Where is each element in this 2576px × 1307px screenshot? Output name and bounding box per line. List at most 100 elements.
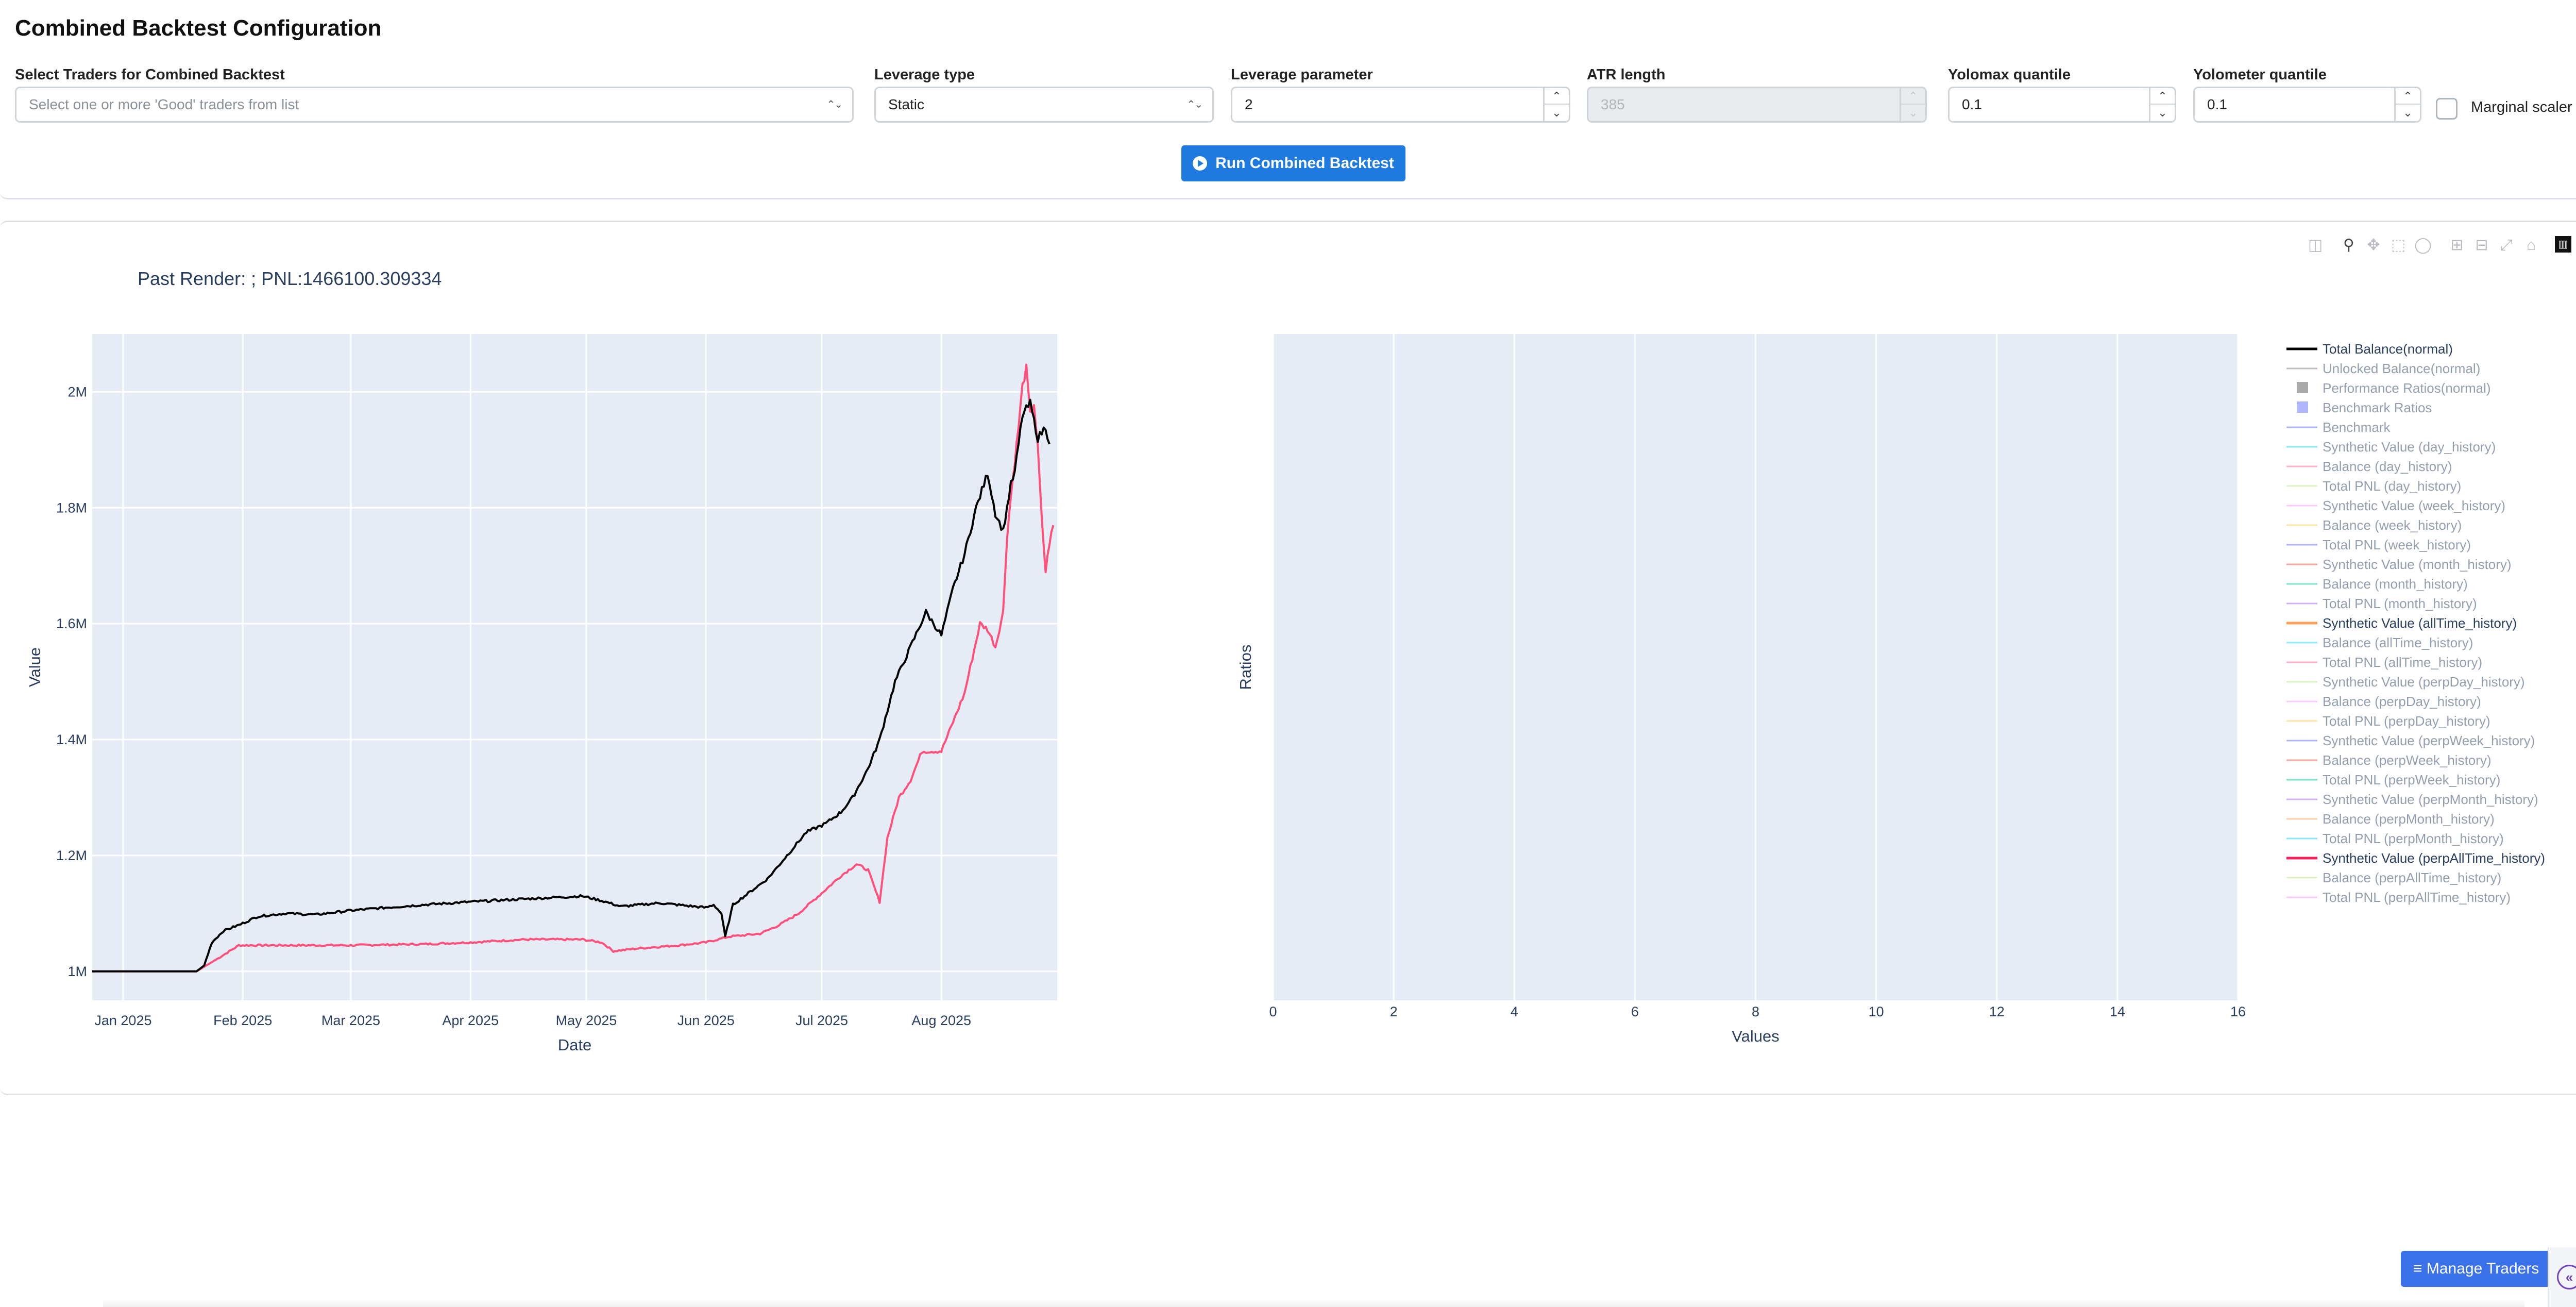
legend-item-label: Synthetic Value (day_history) (2323, 439, 2496, 455)
legend-item-label: Benchmark (2323, 420, 2391, 435)
manage-button-label: Manage Traders (2426, 1260, 2539, 1277)
leverage-type-value: Static (888, 96, 925, 112)
y-tick-label: 1.2M (56, 848, 87, 863)
x-tick-label: Apr 2025 (442, 1013, 499, 1028)
y-tick-label: 1.6M (56, 616, 87, 631)
legend-item-label: Balance (perpWeek_history) (2323, 752, 2492, 768)
x-tick-label: Jun 2025 (677, 1013, 735, 1028)
x-tick-label: 2 (1390, 1004, 1398, 1019)
chevrons-left-icon: « (2557, 1265, 2576, 1289)
legend-item-label: Synthetic Value (allTime_history) (2323, 615, 2517, 631)
atr-length-input: 385 ⌃ ⌄ (1587, 87, 1927, 123)
plot-area-left (92, 334, 1057, 1000)
legend-item-label: Total PNL (perpAllTime_history) (2323, 890, 2511, 905)
legend-item-label: Balance (week_history) (2323, 517, 2462, 533)
spin-down-icon: ⌄ (1908, 106, 1918, 119)
marginal-scaler-label[interactable]: Marginal scaler (2471, 99, 2572, 116)
atr-length-label: ATR length (1587, 66, 1666, 83)
box-select-icon[interactable]: ⬚ (2389, 236, 2408, 255)
legend-item-label: Total PNL (allTime_history) (2323, 655, 2482, 670)
manage-traders-button[interactable]: ≡ Manage Traders (2401, 1251, 2555, 1287)
plot-title: Past Render: ; PNL:1466100.309334 (138, 268, 442, 289)
zoom-out-icon[interactable]: ⊟ (2472, 236, 2491, 255)
spin-down-icon[interactable]: ⌄ (1545, 105, 1569, 121)
legend-item-label: Balance (perpMonth_history) (2323, 811, 2495, 827)
camera-icon[interactable]: ◫ (2306, 236, 2325, 255)
yolometer-quantile-input[interactable]: 0.1 ⌃ ⌄ (2193, 87, 2421, 123)
traders-select[interactable]: Select one or more 'Good' traders from l… (15, 87, 854, 123)
x-tick-label: 4 (1511, 1004, 1518, 1019)
x-tick-label: 16 (2230, 1004, 2246, 1019)
traders-placeholder: Select one or more 'Good' traders from l… (29, 96, 299, 112)
x-tick-label: Mar 2025 (321, 1013, 380, 1028)
legend-item-label: Unlocked Balance(normal) (2323, 361, 2480, 376)
plotly-logo-icon[interactable]: ▥ (2555, 236, 2571, 253)
y-tick-label: 2M (67, 384, 87, 399)
x-tick-label: Jan 2025 (94, 1013, 151, 1028)
legend-item-label: Balance (perpAllTime_history) (2323, 870, 2501, 885)
x-axis-title: Values (1732, 1027, 1780, 1045)
yolometer-quantile-label: Yolometer quantile (2193, 66, 2327, 83)
x-tick-label: Jul 2025 (795, 1013, 848, 1028)
legend-item-label: Synthetic Value (perpWeek_history) (2323, 733, 2535, 748)
x-tick-label: Aug 2025 (911, 1013, 971, 1028)
x-tick-label: 10 (1869, 1004, 1884, 1019)
chevron-up-down-icon: ⌃⌄ (826, 99, 842, 110)
run-combined-backtest-button[interactable]: Run Combined Backtest (1181, 145, 1405, 181)
legend-item-label: Synthetic Value (perpAllTime_history) (2323, 850, 2545, 866)
traders-label: Select Traders for Combined Backtest (15, 66, 285, 83)
legend-item-label: Synthetic Value (month_history) (2323, 557, 2512, 572)
spin-up-icon[interactable]: ⌃ (1545, 88, 1569, 105)
spin-up-icon[interactable]: ⌃ (2150, 88, 2175, 105)
yolomax-quantile-label: Yolomax quantile (1948, 66, 2071, 83)
page-title: Combined Backtest Configuration (15, 15, 382, 41)
marginal-scaler-checkbox[interactable] (2436, 98, 2458, 120)
x-tick-label: 14 (2110, 1004, 2125, 1019)
run-button-label: Run Combined Backtest (1215, 155, 1394, 172)
legend-item-label: Synthetic Value (week_history) (2323, 498, 2505, 513)
sidebar-toggle[interactable]: « (2548, 1247, 2576, 1307)
y-tick-label: 1M (67, 964, 87, 979)
chevron-up-down-icon: ⌃⌄ (1187, 99, 1202, 110)
reset-axes-icon[interactable]: ⌂ (2522, 236, 2540, 255)
leverage-parameter-input[interactable]: 2 ⌃ ⌄ (1231, 87, 1570, 123)
combined-backtest-plot: Jan 2025 Feb 2025 Mar 2025 Apr 2025 May 2025… (26, 334, 2545, 1054)
legend-item-label: Total PNL (perpMonth_history) (2323, 831, 2504, 846)
zoom-icon[interactable]: ⚲ (2340, 236, 2358, 255)
yolomax-quantile-field: Yolomax quantile 0.1 ⌃ ⌄ (1948, 65, 2176, 123)
spin-up-icon[interactable]: ⌃ (2396, 88, 2420, 105)
x-tick-label: 0 (1269, 1004, 1277, 1019)
yolometer-quantile-field: Yolometer quantile 0.1 ⌃ ⌄ (2193, 65, 2421, 123)
x-axis-title: Date (558, 1036, 591, 1054)
legend-swatch-box (2297, 401, 2308, 413)
leverage-parameter-field: Leverage parameter 2 ⌃ ⌄ (1231, 65, 1570, 123)
autoscale-icon[interactable]: ⤢ (2497, 236, 2516, 255)
y-tick-label: 1.8M (56, 500, 87, 515)
x-tick-label: 12 (1989, 1004, 2005, 1019)
yolomax-quantile-value: 0.1 (1962, 96, 1982, 112)
yolomax-quantile-input[interactable]: 0.1 ⌃ ⌄ (1948, 87, 2176, 123)
y-tick-label: 1.4M (56, 732, 87, 747)
x-tick-label: Feb 2025 (213, 1013, 272, 1028)
spin-down-icon[interactable]: ⌄ (2150, 105, 2175, 121)
leverage-type-select[interactable]: Static ⌃⌄ (874, 87, 1214, 123)
leverage-parameter-label: Leverage parameter (1231, 66, 1373, 83)
legend-item-label: Total PNL (week_history) (2323, 537, 2471, 552)
spin-up-icon: ⌃ (1901, 88, 1925, 105)
pan-icon[interactable]: ✥ (2364, 236, 2383, 255)
legend-item-label: Synthetic Value (perpDay_history) (2323, 674, 2525, 690)
y-axis-title: Ratios (1236, 645, 1255, 690)
yolometer-quantile-value: 0.1 (2207, 96, 2227, 112)
legend-item-label: Total PNL (perpWeek_history) (2323, 772, 2500, 787)
zoom-in-icon[interactable]: ⊞ (2448, 236, 2466, 255)
x-tick-label: May 2025 (556, 1013, 617, 1028)
legend-item-label: Total PNL (day_history) (2323, 478, 2461, 494)
legend-item-label: Balance (day_history) (2323, 459, 2452, 474)
leverage-type-field: Leverage type Static ⌃⌄ (874, 65, 1214, 123)
yolomax-quantile-spinner: ⌃ ⌄ (2149, 88, 2175, 121)
legend-item-label: Balance (allTime_history) (2323, 635, 2473, 650)
legend-item-label: Total PNL (month_history) (2323, 596, 2477, 611)
spin-down-icon[interactable]: ⌄ (2396, 105, 2420, 121)
lasso-select-icon[interactable]: ◯ (2414, 236, 2432, 255)
leverage-parameter-value: 2 (1245, 96, 1253, 112)
